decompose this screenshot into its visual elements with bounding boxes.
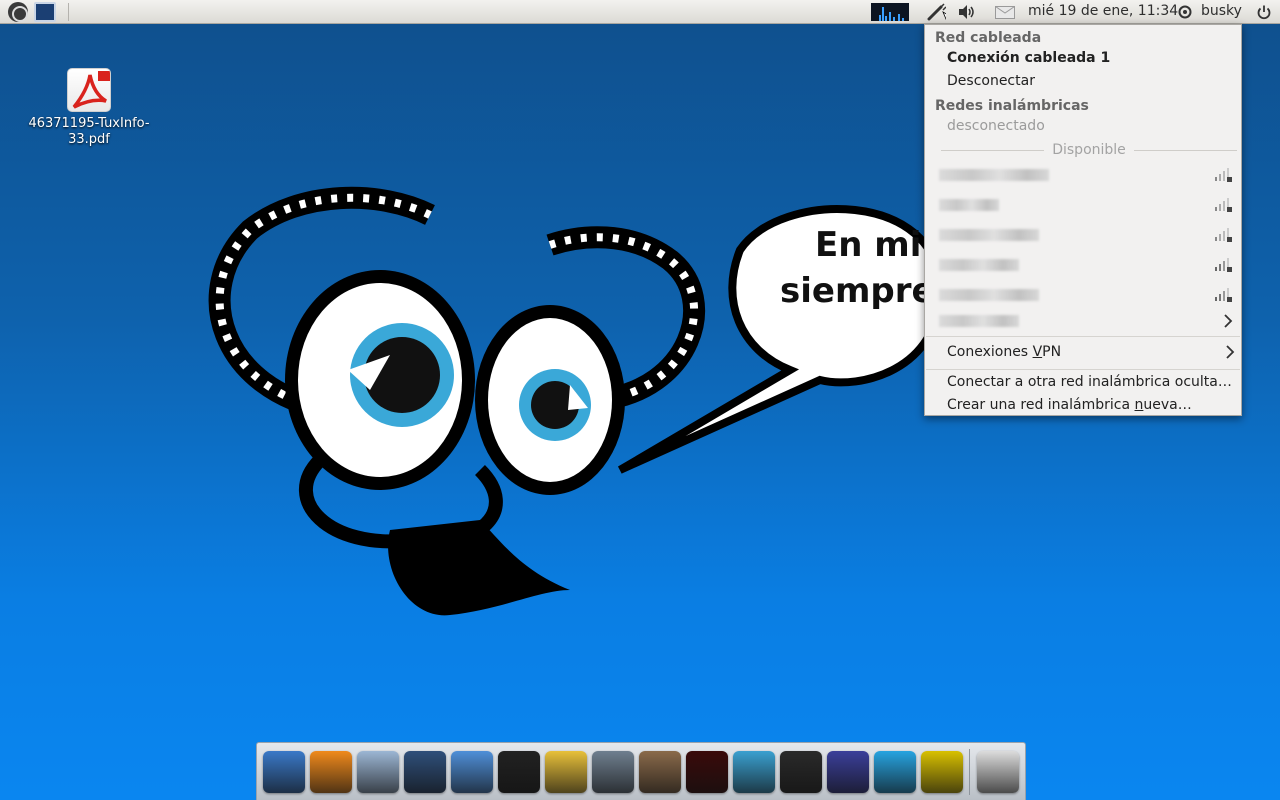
paint-icon[interactable] bbox=[545, 751, 587, 793]
wifi-network-item[interactable] bbox=[939, 195, 1239, 215]
dock-separator bbox=[969, 749, 970, 795]
new-network-label-prefix: Crear una red inalámbrica bbox=[947, 397, 1135, 413]
network-menu: Red cableada Conexión cableada 1 Descone… bbox=[924, 24, 1242, 416]
earth-icon[interactable] bbox=[827, 751, 869, 793]
arch-icon[interactable] bbox=[921, 751, 963, 793]
menu-divider bbox=[926, 369, 1240, 370]
blurred-network-name bbox=[939, 199, 999, 211]
terminal-icon[interactable] bbox=[498, 751, 540, 793]
available-label: Disponible bbox=[1052, 142, 1126, 158]
available-line-right bbox=[1133, 149, 1238, 151]
wired-header: Red cableada bbox=[935, 30, 1042, 46]
vpn-label-prefix: Conexiones bbox=[947, 344, 1033, 360]
wifi-network-item[interactable] bbox=[939, 255, 1239, 275]
wireless-header: Redes inalámbricas bbox=[935, 98, 1089, 114]
panel-separator bbox=[68, 3, 69, 21]
blurred-network-name bbox=[939, 289, 1039, 301]
chevron-right-icon bbox=[1224, 314, 1233, 328]
writer-icon[interactable] bbox=[451, 751, 493, 793]
wireless-status: desconectado bbox=[947, 118, 1045, 134]
pdf-icon bbox=[67, 68, 111, 112]
record-icon[interactable] bbox=[686, 751, 728, 793]
wifi-network-item[interactable] bbox=[939, 225, 1239, 245]
desktop-file-label-line1: 46371195-TuxInfo- bbox=[28, 116, 150, 131]
dock bbox=[256, 742, 1026, 800]
user-menu[interactable]: busky bbox=[1201, 3, 1242, 19]
speech-line2: siempre bbox=[780, 271, 935, 311]
more-networks-item[interactable] bbox=[939, 311, 1239, 331]
wired-connection-item[interactable]: Conexión cableada 1 bbox=[947, 50, 1110, 66]
network-icon[interactable] bbox=[926, 3, 946, 21]
menu-divider bbox=[926, 336, 1240, 337]
media-player-icon[interactable] bbox=[592, 751, 634, 793]
create-new-network-item[interactable]: Crear una red inalámbrica nueva… bbox=[947, 397, 1192, 413]
wifi-network-item[interactable] bbox=[939, 165, 1239, 185]
show-desktop-icon[interactable] bbox=[34, 2, 56, 22]
blurred-network-name bbox=[939, 169, 1049, 181]
webcam-icon[interactable] bbox=[780, 751, 822, 793]
wifi-signal-locked-icon bbox=[1215, 258, 1232, 272]
speaker-icon[interactable] bbox=[639, 751, 681, 793]
power-icon[interactable] bbox=[1256, 4, 1272, 20]
volume-icon[interactable] bbox=[957, 4, 977, 20]
home-folder-icon[interactable] bbox=[357, 751, 399, 793]
ubuntu-logo-icon[interactable] bbox=[8, 2, 28, 22]
eye-icon[interactable] bbox=[310, 751, 352, 793]
disconnect-item[interactable]: Desconectar bbox=[947, 73, 1035, 89]
vpn-connections-item[interactable]: Conexiones VPN bbox=[947, 344, 1061, 360]
desktop-file-pdf[interactable]: 46371195-TuxInfo- 33.pdf bbox=[20, 68, 158, 148]
top-panel: mié 19 de ene, 11:34 busky bbox=[0, 0, 1280, 24]
blurred-network-name bbox=[939, 315, 1019, 327]
system-monitor-icon[interactable] bbox=[733, 751, 775, 793]
speech-line1: En mi bbox=[815, 225, 921, 265]
skype-icon[interactable] bbox=[874, 751, 916, 793]
panel-left bbox=[8, 2, 69, 22]
vpn-label-mnemonic: V bbox=[1032, 344, 1043, 360]
new-network-label-suffix: ueva… bbox=[1143, 397, 1192, 413]
blurred-network-name bbox=[939, 229, 1039, 241]
wifi-network-item[interactable] bbox=[939, 285, 1239, 305]
mail-icon[interactable] bbox=[995, 6, 1015, 19]
clock[interactable]: mié 19 de ene, 11:34 bbox=[1028, 3, 1178, 19]
available-separator: Disponible bbox=[941, 141, 1238, 159]
blurred-network-name bbox=[939, 259, 1019, 271]
anchor-icon[interactable] bbox=[263, 751, 305, 793]
wifi-signal-locked-icon bbox=[1215, 168, 1232, 182]
monitor-icon[interactable] bbox=[404, 751, 446, 793]
wifi-signal-locked-icon bbox=[1215, 288, 1232, 302]
desktop-file-label-line2: 33.pdf bbox=[68, 132, 110, 147]
user-icon[interactable] bbox=[1178, 5, 1192, 19]
available-line-left bbox=[941, 149, 1045, 151]
wallpaper-illustration: En mi siempre bbox=[208, 186, 940, 616]
system-monitor-icon[interactable] bbox=[871, 3, 909, 21]
connect-hidden-network-item[interactable]: Conectar a otra red inalámbrica oculta… bbox=[947, 374, 1232, 390]
wifi-signal-locked-icon bbox=[1215, 228, 1232, 242]
wifi-signal-locked-icon bbox=[1215, 198, 1232, 212]
vpn-label-suffix: PN bbox=[1042, 344, 1062, 360]
trash-icon[interactable] bbox=[977, 751, 1019, 793]
chevron-right-icon bbox=[1226, 345, 1235, 359]
